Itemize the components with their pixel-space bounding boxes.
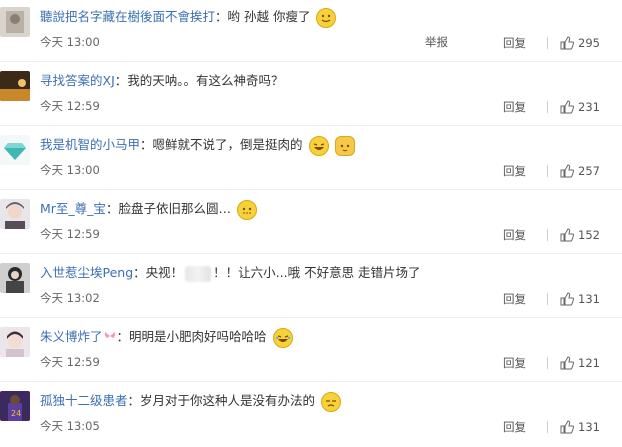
sigh-emoji-icon — [321, 391, 342, 412]
comment-username[interactable]: Mr至_尊_宝 — [40, 201, 106, 216]
comment-item: 朱义博炸了 ：明明是小肥肉好吗哈哈哈 今天 12:59 回复 121 — [0, 320, 622, 382]
divider — [547, 293, 548, 305]
cat-emoji-icon — [334, 135, 355, 156]
like-count: 121 — [578, 356, 600, 370]
reply-button[interactable]: 回复 — [503, 355, 535, 371]
smile-emoji-icon — [316, 7, 337, 28]
avatar[interactable] — [0, 327, 30, 357]
separator: ： — [114, 73, 128, 88]
thumbs-up-icon — [560, 228, 574, 242]
comment-item: 寻找答案的XJ：我的天呐。。有这么神奇吗？ 今天 12:59 回复 231 — [0, 64, 622, 126]
separator: ： — [116, 329, 130, 344]
thumbs-up-icon — [560, 164, 574, 178]
comment-timestamp: 今天 13:02 — [40, 291, 100, 305]
comment-timestamp: 今天 12:59 — [40, 227, 100, 241]
comment-timestamp: 今天 12:59 — [40, 355, 100, 369]
svg-text:24: 24 — [11, 409, 21, 418]
comment-text: 哟 孙越 你瘦了 — [227, 9, 311, 24]
reply-button[interactable]: 回复 — [503, 419, 535, 435]
thumbs-up-icon — [560, 356, 574, 370]
like-count: 295 — [578, 36, 600, 50]
separator: ： — [140, 137, 153, 152]
comment-item: Mr至_尊_宝：脸盘子依旧那么圆… 今天 12:59 回复 152 — [0, 192, 622, 254]
like-button[interactable]: 152 — [560, 228, 604, 242]
divider — [547, 101, 548, 113]
reply-button[interactable]: 回复 — [503, 99, 535, 115]
comment-item: 我是机智的小马甲：嗯鲜就不说了，倒是挺肉的 今天 13:00 回复 257 — [0, 128, 622, 190]
laugh-tears-emoji-icon — [272, 327, 293, 348]
like-count: 152 — [578, 228, 600, 242]
comment-item: 入世惹尘埃Peng：央视！ ！！让六小...哦 不好意思 走错片场了 今天 13:… — [0, 256, 622, 318]
divider — [547, 421, 548, 433]
avatar[interactable]: 24 — [0, 391, 30, 421]
reply-button[interactable]: 回复 — [503, 163, 535, 179]
comment-username[interactable]: 朱义博炸了 — [40, 329, 103, 344]
comment-text: 明明是小肥肉好吗哈哈哈 — [129, 329, 267, 344]
divider — [547, 357, 548, 369]
avatar[interactable] — [0, 7, 30, 37]
comment-timestamp: 今天 13:00 — [40, 163, 100, 177]
comment-text: 脸盘子依旧那么圆… — [118, 201, 231, 216]
comment-timestamp: 今天 13:05 — [40, 419, 100, 433]
thumbs-up-icon — [560, 420, 574, 434]
comment-username[interactable]: 寻找答案的XJ — [40, 73, 115, 88]
comment-item: 24 孤独十二级患者：岁月对于你这种人是没有办法的 今天 13:05 回复 13… — [0, 384, 622, 446]
separator: ： — [133, 265, 146, 280]
avatar[interactable] — [0, 135, 30, 165]
thumbs-up-icon — [560, 292, 574, 306]
like-count: 131 — [578, 420, 600, 434]
like-button[interactable]: 231 — [560, 100, 604, 114]
avatar[interactable] — [0, 263, 30, 293]
comment-timestamp: 今天 12:59 — [40, 99, 100, 113]
comment-text: 我的天呐。。有这么神奇吗？ — [127, 73, 284, 88]
speechless-emoji-icon — [236, 199, 257, 220]
laugh-emoji-icon — [308, 135, 329, 156]
like-button[interactable]: 121 — [560, 356, 604, 370]
like-button[interactable]: 295 — [560, 36, 604, 50]
divider — [547, 229, 548, 241]
reply-button[interactable]: 回复 — [503, 35, 535, 51]
separator: ： — [105, 201, 119, 216]
like-button[interactable]: 131 — [560, 292, 604, 306]
avatar[interactable] — [0, 71, 30, 101]
like-count: 231 — [578, 100, 600, 114]
thumbs-up-icon — [560, 100, 574, 114]
separator: ： — [215, 9, 228, 24]
comment-text: 岁月对于你这种人是没有办法的 — [140, 393, 316, 408]
redacted-text — [185, 265, 212, 282]
comment-text-start: 央视！ — [145, 265, 184, 280]
like-button[interactable]: 257 — [560, 164, 604, 178]
like-button[interactable]: 131 — [560, 420, 604, 434]
comment-timestamp: 今天 13:00 — [40, 35, 100, 49]
comment-text-end: ！！让六小...哦 不好意思 走错片场了 — [213, 265, 421, 280]
comment-feed: 聽說把名字藏在樹後面不會挨打：哟 孙越 你瘦了 今天 13:00 举报 回复 2… — [0, 0, 622, 447]
comment-username[interactable]: 入世惹尘埃Peng — [40, 265, 133, 280]
report-link[interactable]: 举报 — [425, 34, 448, 50]
avatar[interactable] — [0, 199, 30, 229]
comment-text: 嗯鲜就不说了，倒是挺肉的 — [152, 137, 303, 152]
reply-button[interactable]: 回复 — [503, 291, 535, 307]
divider — [547, 165, 548, 177]
comment-username[interactable]: 我是机智的小马甲 — [40, 137, 140, 152]
reply-button[interactable]: 回复 — [503, 227, 535, 243]
separator: ： — [127, 393, 141, 408]
comment-username[interactable]: 孤独十二级患者 — [40, 393, 128, 408]
comment-username[interactable]: 聽說把名字藏在樹後面不會挨打 — [40, 9, 215, 24]
comment-item: 聽說把名字藏在樹後面不會挨打：哟 孙越 你瘦了 今天 13:00 举报 回复 2… — [0, 0, 622, 62]
divider — [547, 37, 548, 49]
thumbs-up-icon — [560, 36, 574, 50]
like-count: 131 — [578, 292, 600, 306]
like-count: 257 — [578, 164, 600, 178]
butterfly-badge-icon — [104, 328, 116, 348]
